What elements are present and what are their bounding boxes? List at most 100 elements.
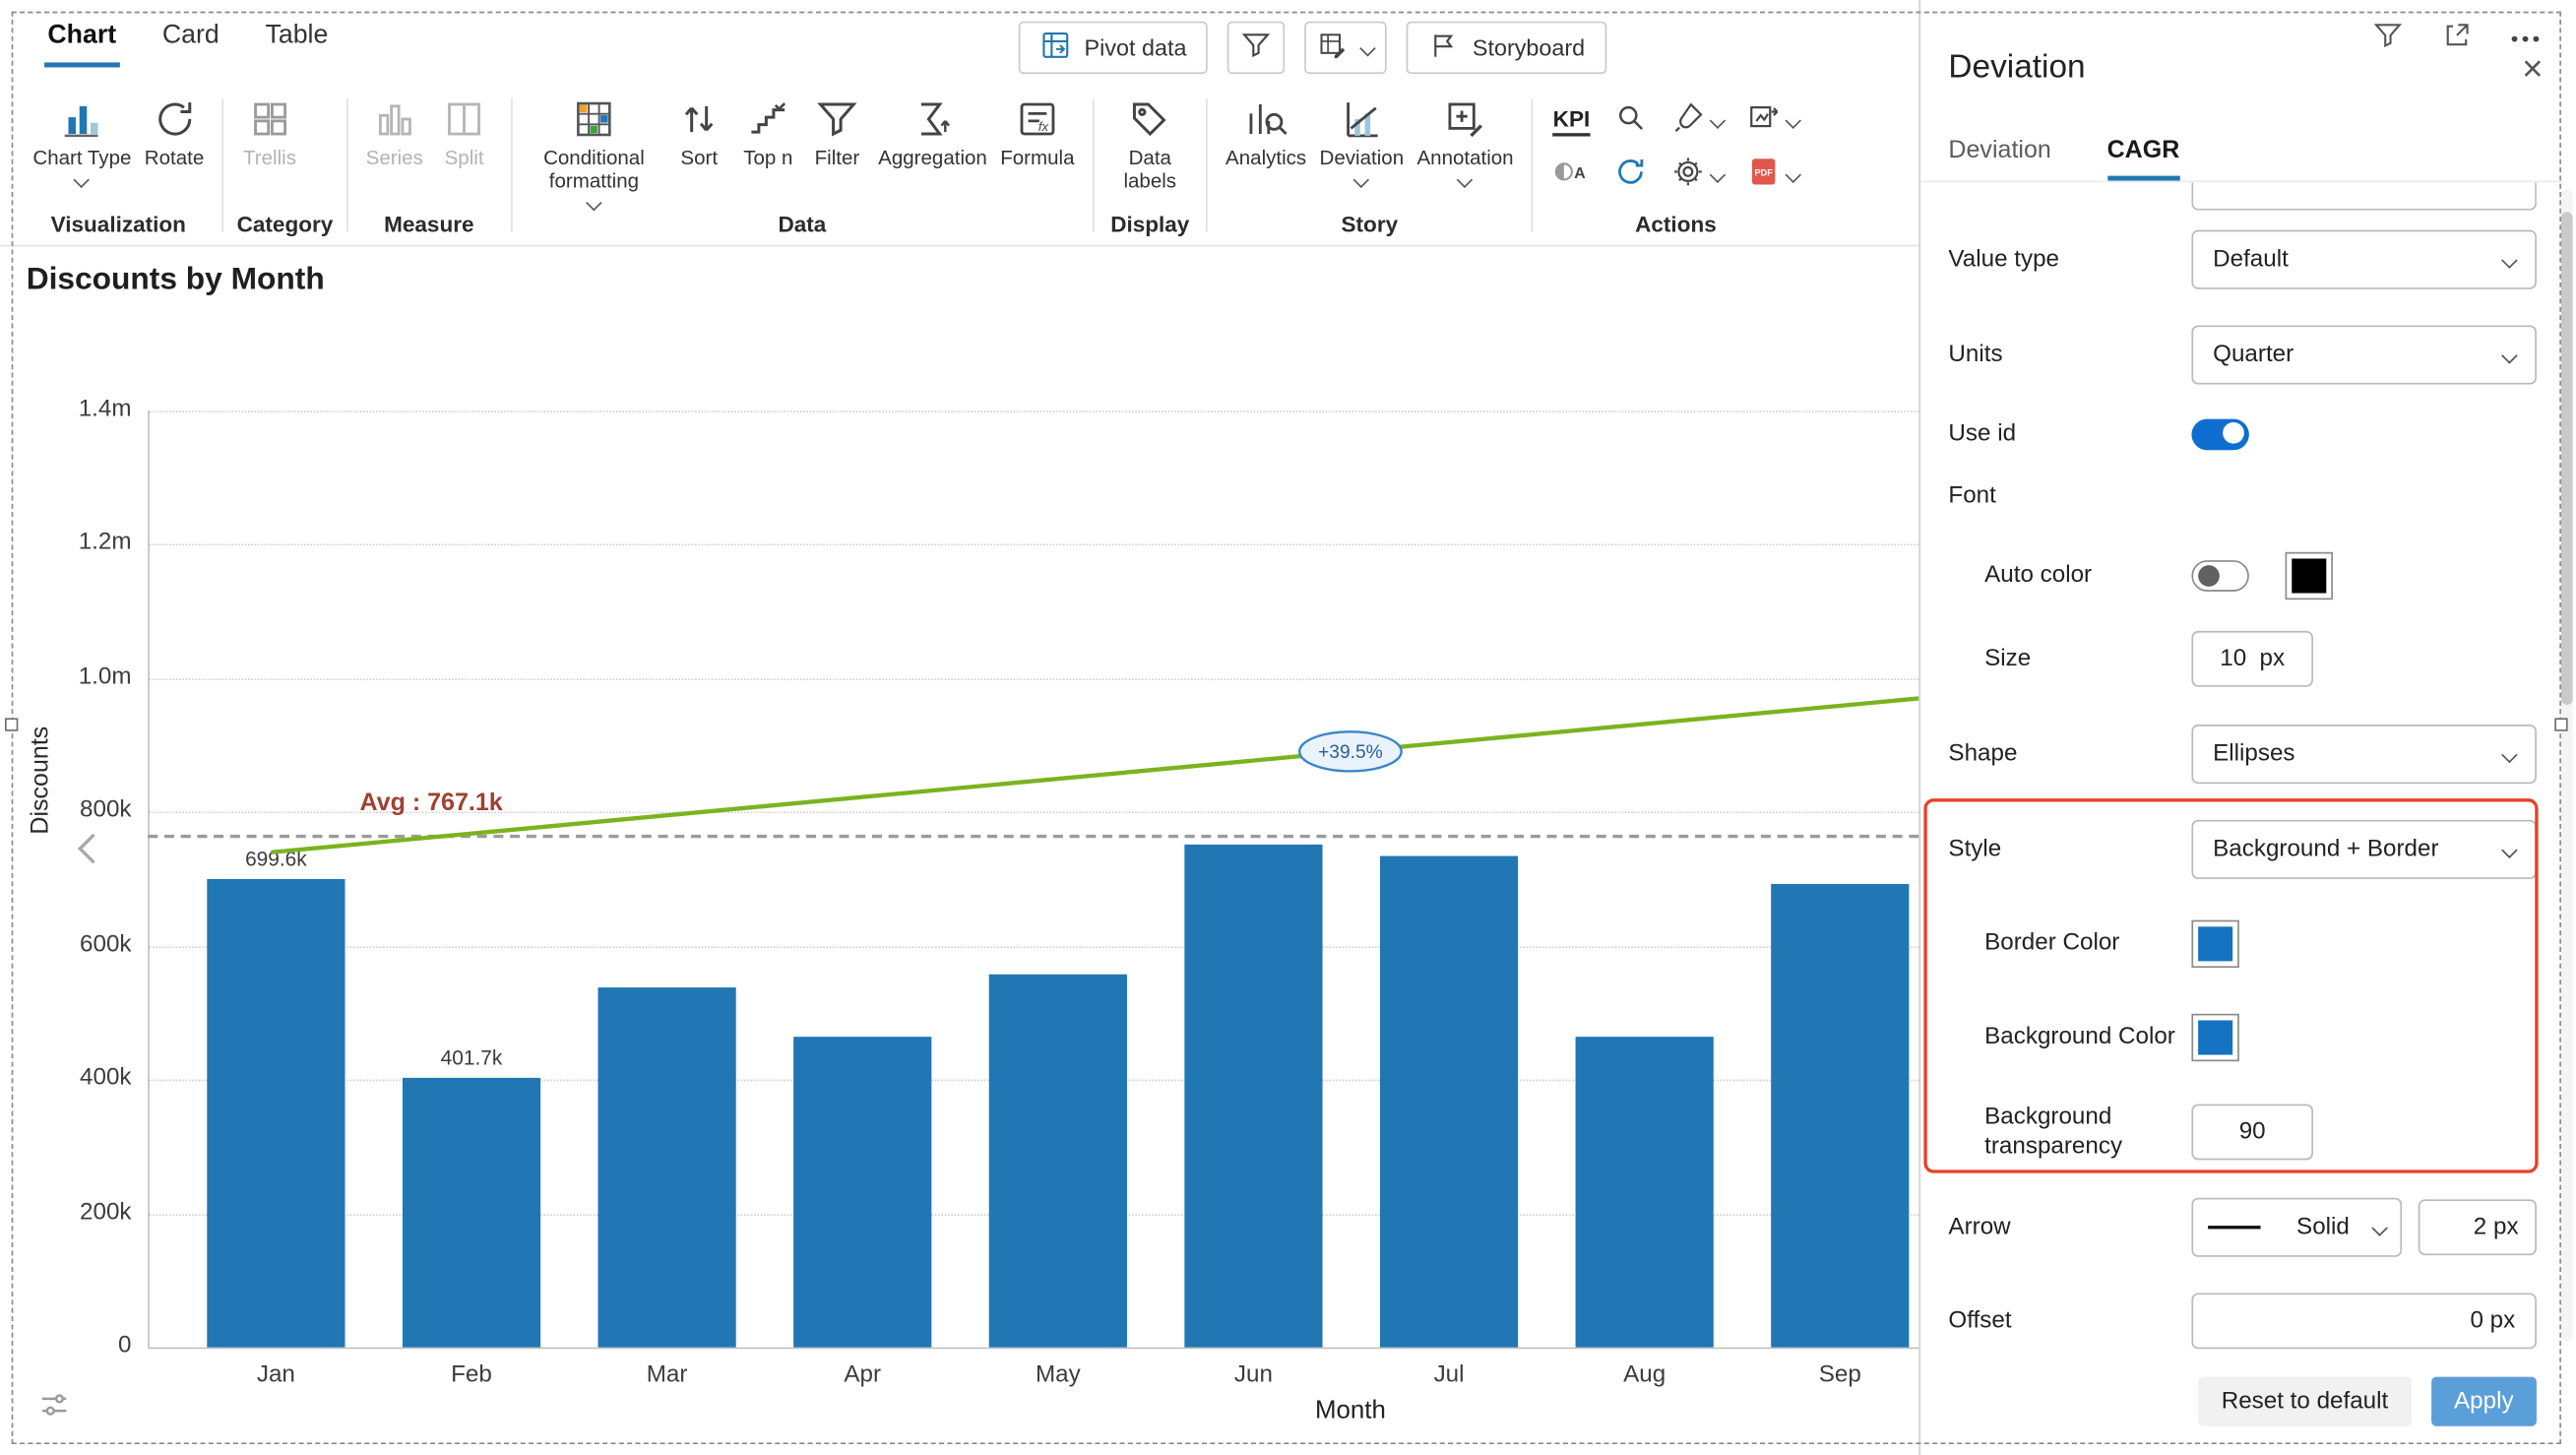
settings-button[interactable] bbox=[1670, 154, 1726, 196]
search-button[interactable] bbox=[1613, 99, 1648, 142]
refresh-button[interactable] bbox=[1613, 154, 1648, 196]
series-button[interactable]: Series bbox=[361, 91, 428, 169]
export-chart-button[interactable] bbox=[1746, 99, 1801, 142]
resize-handle-left[interactable] bbox=[5, 718, 19, 731]
analytics-button[interactable]: Analytics bbox=[1221, 91, 1311, 169]
bar-jan[interactable] bbox=[207, 879, 346, 1348]
formula-icon: fx bbox=[1015, 96, 1059, 141]
kpi-button[interactable]: KPI bbox=[1552, 106, 1591, 136]
apply-button[interactable]: Apply bbox=[2430, 1376, 2537, 1426]
x-tick-label: May bbox=[1035, 1361, 1081, 1389]
format-painter-icon bbox=[1670, 99, 1705, 142]
shape-label: Shape bbox=[1948, 740, 2018, 768]
storyboard-flag-icon bbox=[1428, 30, 1460, 66]
bar-apr[interactable] bbox=[793, 1036, 932, 1348]
scrollbar-thumb[interactable] bbox=[2560, 212, 2573, 706]
font-color-swatch[interactable] bbox=[2285, 550, 2333, 600]
font-size-input[interactable]: 10 px bbox=[2191, 630, 2313, 687]
reset-to-default-button[interactable]: Reset to default bbox=[2198, 1376, 2412, 1426]
x-tick-label: Jul bbox=[1433, 1361, 1465, 1389]
x-tick-label: Feb bbox=[451, 1361, 492, 1389]
trend-badge[interactable] bbox=[1298, 730, 1403, 773]
x-tick-label: Jan bbox=[256, 1361, 295, 1389]
units-dropdown[interactable]: Quarter bbox=[2191, 325, 2537, 385]
filter-data-button[interactable] bbox=[1227, 21, 1286, 75]
tab-card[interactable]: Card bbox=[159, 15, 223, 67]
bar-aug[interactable] bbox=[1575, 1037, 1714, 1348]
bar-jun[interactable] bbox=[1184, 844, 1323, 1348]
export-pdf-button[interactable]: PDF bbox=[1746, 154, 1801, 196]
divider bbox=[1206, 98, 1208, 232]
background-color-swatch[interactable] bbox=[2191, 1012, 2239, 1061]
ribbon: Chart Type Rotate Visualization Trellis bbox=[0, 86, 1919, 247]
bar-jul[interactable] bbox=[1379, 855, 1519, 1348]
bar-sep[interactable] bbox=[1771, 883, 1910, 1348]
search-icon bbox=[1613, 99, 1648, 142]
chevron-down-icon bbox=[1785, 112, 1801, 129]
pivot-data-button[interactable]: Pivot data bbox=[1018, 21, 1209, 75]
y-tick-label: 400k bbox=[80, 1064, 132, 1092]
deviation-icon bbox=[1340, 96, 1384, 141]
value-type-dropdown[interactable]: Default bbox=[2191, 229, 2537, 289]
view-tabs: Chart Card Table bbox=[44, 15, 332, 68]
tab-table[interactable]: Table bbox=[262, 15, 332, 67]
top-n-button[interactable]: Top n bbox=[735, 91, 801, 169]
resize-handle-right[interactable] bbox=[2554, 718, 2568, 731]
chart-type-icon bbox=[60, 96, 104, 141]
conditional-formatting-button[interactable]: Conditional formatting bbox=[525, 91, 662, 212]
more-options-icon[interactable]: ••• bbox=[2511, 28, 2544, 49]
offset-input[interactable]: 0 px bbox=[2191, 1293, 2537, 1350]
group-label-story: Story bbox=[1341, 212, 1399, 237]
bar-may[interactable] bbox=[988, 974, 1127, 1348]
tab-deviation[interactable]: Deviation bbox=[1948, 137, 2050, 181]
gridline bbox=[148, 411, 1919, 412]
arrow-width-input[interactable]: 2 px bbox=[2418, 1199, 2537, 1256]
filter-button[interactable]: Filter bbox=[804, 91, 870, 169]
deviation-button[interactable]: Deviation bbox=[1315, 91, 1410, 189]
tab-cagr[interactable]: CAGR bbox=[2106, 137, 2180, 181]
font-section-label: Font bbox=[1948, 482, 1996, 510]
bar-mar[interactable] bbox=[597, 987, 736, 1348]
chevron-down-icon bbox=[1785, 166, 1801, 184]
clipped-control[interactable] bbox=[2191, 182, 2537, 211]
panel-scrollbar[interactable] bbox=[2560, 188, 2573, 1341]
bar-feb[interactable] bbox=[402, 1078, 541, 1348]
use-id-toggle[interactable] bbox=[2191, 417, 2249, 450]
pdf-icon: PDF bbox=[1746, 154, 1781, 196]
chart-type-button[interactable]: Chart Type bbox=[28, 91, 136, 189]
chart-settings-icon[interactable] bbox=[36, 1387, 73, 1431]
tab-chart[interactable]: Chart bbox=[44, 15, 120, 68]
aggregation-button[interactable]: Aggregation bbox=[873, 91, 992, 169]
shape-dropdown[interactable]: Ellipses bbox=[2191, 725, 2537, 785]
auto-color-toggle[interactable] bbox=[2191, 559, 2249, 592]
viewport: Chart Card Table Pivot data Storyboard C… bbox=[0, 0, 2576, 1455]
auto-label-button[interactable]: A bbox=[1553, 154, 1588, 196]
formula-button[interactable]: fx Formula bbox=[995, 91, 1079, 169]
style-dropdown[interactable]: Background + Border bbox=[2191, 819, 2537, 879]
format-painter-button[interactable] bbox=[1670, 99, 1726, 142]
edit-table-button[interactable] bbox=[1304, 21, 1388, 75]
split-button[interactable]: Split bbox=[431, 91, 497, 169]
sort-button[interactable]: Sort bbox=[666, 91, 732, 169]
pivot-icon bbox=[1039, 30, 1071, 66]
y-tick-label: 1.2m bbox=[78, 530, 132, 556]
group-label-data: Data bbox=[778, 212, 827, 237]
svg-text:A: A bbox=[1575, 163, 1587, 181]
chart-canvas[interactable]: Discounts by Month Discounts 0 200k 400k 60… bbox=[0, 246, 1919, 1455]
close-icon[interactable]: × bbox=[2522, 49, 2543, 86]
sort-icon bbox=[677, 96, 722, 141]
x-axis-line bbox=[148, 1347, 1919, 1350]
background-transparency-input[interactable]: 90 bbox=[2191, 1104, 2313, 1161]
export-chart-icon bbox=[1746, 99, 1781, 142]
aggregation-icon bbox=[911, 96, 955, 141]
data-labels-button[interactable]: Data labels bbox=[1107, 91, 1193, 193]
chevron-down-icon bbox=[2371, 1219, 2388, 1236]
storyboard-button[interactable]: Storyboard bbox=[1407, 21, 1606, 75]
arrow-style-dropdown[interactable]: Solid bbox=[2191, 1197, 2403, 1257]
rotate-button[interactable]: Rotate bbox=[140, 91, 209, 169]
y-tick-label: 1.0m bbox=[78, 664, 132, 690]
annotation-button[interactable]: Annotation bbox=[1412, 91, 1518, 189]
chevron-down-icon bbox=[2501, 745, 2518, 763]
trellis-button[interactable]: Trellis bbox=[237, 91, 303, 169]
border-color-swatch[interactable] bbox=[2191, 918, 2239, 968]
